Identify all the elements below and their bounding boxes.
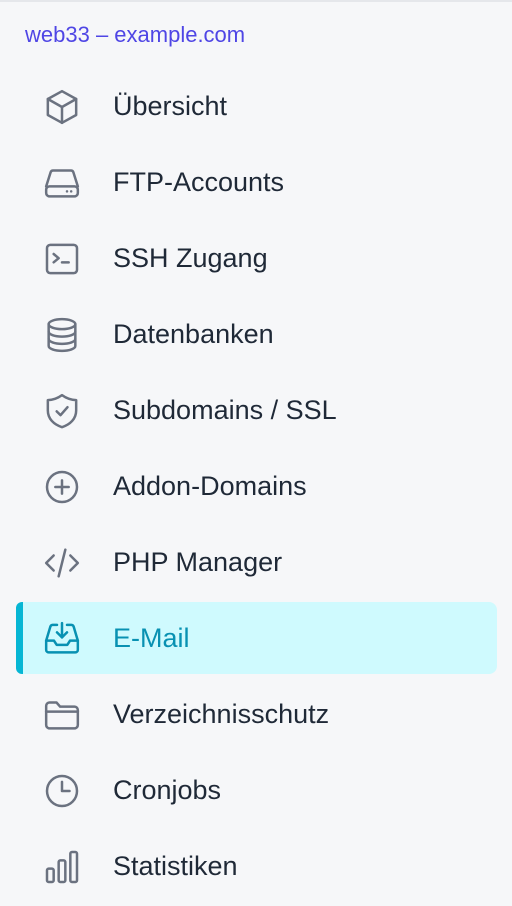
sidebar-item-label: Übersicht [113, 91, 228, 121]
sidebar-item-label: FTP-Accounts [113, 167, 285, 197]
database-icon [42, 315, 82, 355]
sidebar-item-uebersicht[interactable]: Übersicht [16, 70, 497, 142]
sidebar-item-ftp-accounts[interactable]: FTP-Accounts [16, 146, 497, 218]
sidebar-item-statistiken[interactable]: Statistiken [16, 830, 497, 902]
cube-icon [42, 87, 82, 127]
sidebar-item-ssh-zugang[interactable]: SSH Zugang [16, 222, 497, 294]
sidebar-item-label: PHP Manager [113, 547, 283, 577]
sidebar-item-label: Datenbanken [113, 319, 274, 349]
bar-chart-icon [42, 847, 82, 887]
sidebar-item-label: SSH Zugang [113, 243, 268, 273]
folder-icon [42, 695, 82, 735]
clock-icon [42, 771, 82, 811]
site-title-link[interactable]: web33 – example.com [25, 21, 245, 49]
sidebar-item-addon-domains[interactable]: Addon-Domains [16, 450, 497, 522]
sidebar-item-label: Verzeichnisschutz [113, 699, 330, 729]
top-divider [0, 0, 512, 2]
terminal-icon [42, 239, 82, 279]
sidebar-item-cronjobs[interactable]: Cronjobs [16, 754, 497, 826]
inbox-download-icon [42, 619, 82, 659]
sidebar-item-e-mail[interactable]: E-Mail [16, 602, 497, 674]
sidebar-item-label: Subdomains / SSL [113, 395, 337, 425]
sidebar-item-label: Addon-Domains [113, 471, 307, 501]
shield-check-icon [42, 391, 82, 431]
sidebar-item-datenbanken[interactable]: Datenbanken [16, 298, 497, 370]
sidebar-item-php-manager[interactable]: PHP Manager [16, 526, 497, 598]
sidebar-item-label: Cronjobs [113, 775, 222, 805]
sidebar-item-verzeichnisschutz[interactable]: Verzeichnisschutz [16, 678, 497, 750]
code-icon [42, 543, 82, 583]
sidebar-item-subdomains-ssl[interactable]: Subdomains / SSL [16, 374, 497, 446]
sidebar-item-label: Statistiken [113, 851, 238, 881]
sidebar-item-label: E-Mail [113, 623, 190, 653]
server-icon [42, 163, 82, 203]
sidebar-nav: Übersicht FTP-Accounts SSH Zugang Datenb… [16, 70, 497, 906]
plus-circle-icon [42, 467, 82, 507]
